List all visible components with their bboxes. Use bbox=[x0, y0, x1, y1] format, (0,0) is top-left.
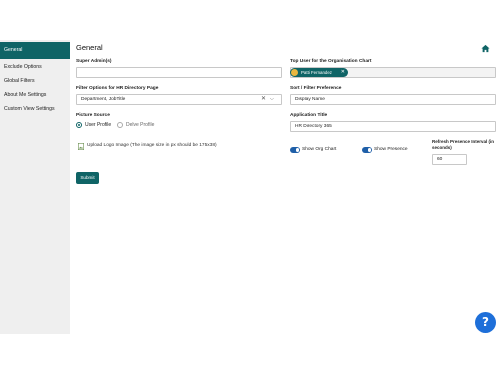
page-title: General bbox=[76, 43, 103, 52]
radio-delve-profile[interactable] bbox=[117, 122, 123, 128]
filter-options-select[interactable]: Department, JobTitle bbox=[76, 94, 282, 105]
super-admins-input[interactable] bbox=[76, 67, 282, 78]
refresh-interval-label: Refresh Presence Interval (in seconds) bbox=[432, 139, 495, 150]
main-content: General bbox=[70, 40, 500, 334]
picture-source-label: Picture Source bbox=[76, 113, 110, 118]
filter-options-value: Department, JobTitle bbox=[81, 97, 126, 102]
app-window: General Exclude Options Global Filters A… bbox=[0, 40, 500, 334]
application-title-input[interactable] bbox=[290, 121, 496, 132]
image-file-icon[interactable] bbox=[78, 143, 84, 150]
radio-user-profile[interactable] bbox=[76, 122, 82, 128]
top-user-label: Top User for the Organisation Chart bbox=[290, 59, 372, 64]
sidebar: General Exclude Options Global Filters A… bbox=[0, 40, 70, 334]
avatar bbox=[291, 69, 298, 76]
chevron-down-icon[interactable]: ⌵ bbox=[270, 95, 274, 104]
refresh-interval-input[interactable] bbox=[432, 154, 467, 165]
show-org-chart-label: Show Org Chart bbox=[302, 147, 337, 152]
clear-icon[interactable]: ✕ bbox=[261, 95, 266, 104]
sidebar-item-general[interactable]: General bbox=[0, 42, 70, 59]
home-icon[interactable] bbox=[481, 44, 490, 53]
user-chip: Patti Fernandez ✕ bbox=[290, 68, 348, 77]
radio-user-profile-label: User Profile bbox=[85, 122, 112, 128]
sort-filter-input[interactable] bbox=[290, 94, 496, 105]
sort-filter-label: Sort / Filter Preference bbox=[290, 86, 342, 91]
show-presence-toggle[interactable] bbox=[362, 147, 372, 153]
user-chip-name: Patti Fernandez bbox=[301, 70, 332, 75]
application-title-label: Application Title bbox=[290, 113, 328, 118]
sidebar-item-custom-view-settings[interactable]: Custom View Settings bbox=[0, 101, 70, 118]
filter-options-label: Filter Options for HR Directory Page bbox=[76, 86, 159, 91]
super-admins-label: Super Admin(s) bbox=[76, 59, 112, 64]
show-presence-label: Show Presence bbox=[374, 147, 408, 152]
upload-logo-link[interactable]: Upload Logo Image (The image size in px … bbox=[87, 143, 217, 148]
show-org-chart-toggle[interactable] bbox=[290, 147, 300, 153]
remove-chip-icon[interactable]: ✕ bbox=[341, 68, 345, 77]
submit-button[interactable]: Submit bbox=[76, 172, 99, 184]
help-button[interactable]: ? bbox=[475, 312, 496, 333]
radio-delve-profile-label: Delve Profile bbox=[126, 122, 155, 128]
